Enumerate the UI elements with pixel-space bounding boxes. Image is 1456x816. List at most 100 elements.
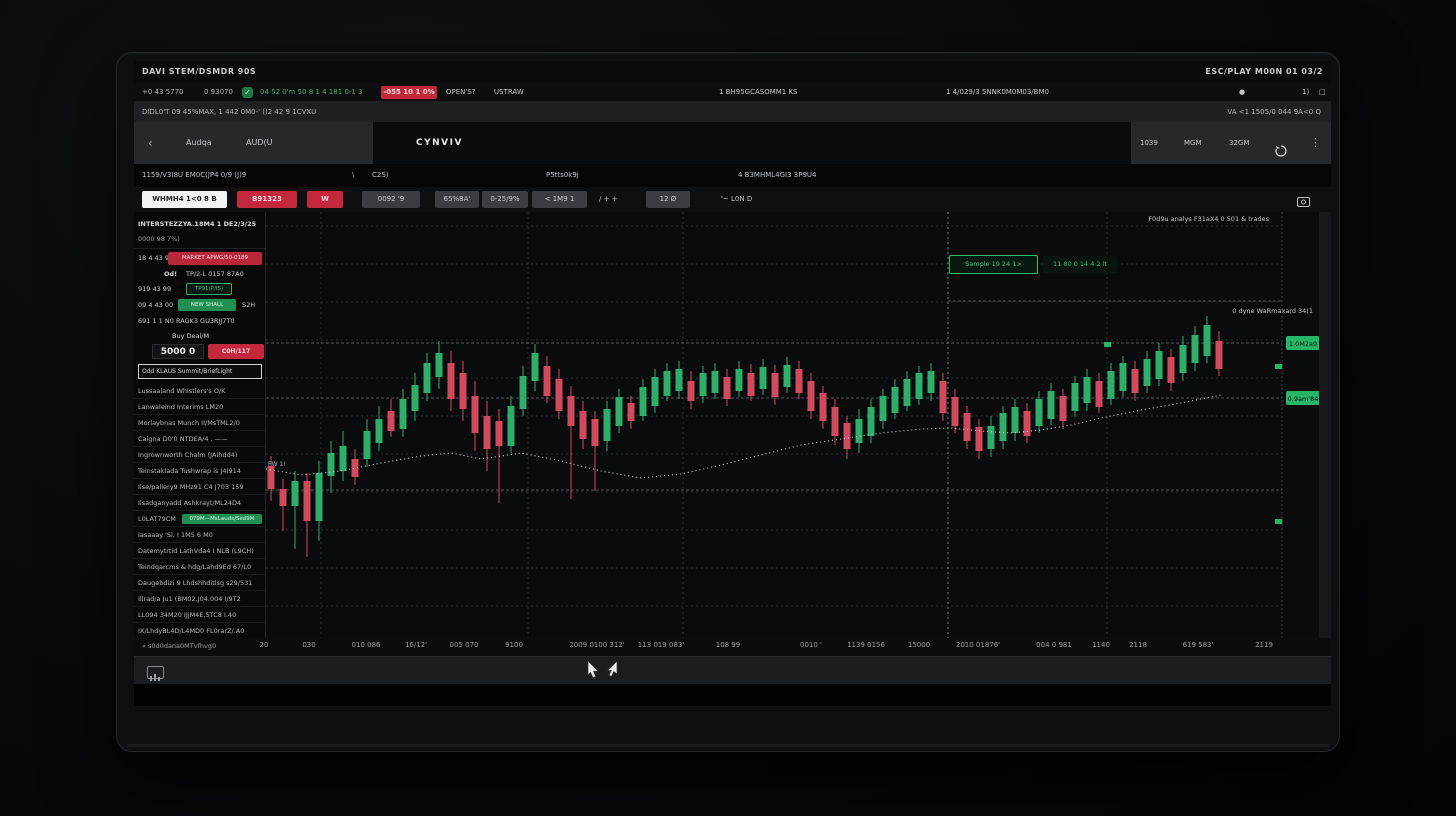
tp-badge[interactable]: TP91(P/I5) <box>186 283 232 295</box>
tabbar-button-2[interactable]: MGM <box>1184 122 1202 164</box>
sample-badge[interactable]: Sample 19 24 1> <box>949 255 1038 274</box>
lines-button[interactable]: < 1M9 1 <box>532 191 587 208</box>
ticket-s2h-label: S2H <box>242 301 255 309</box>
watchlist-row[interactable]: IX/LhdyBL4D/L4MD0 FL0rarZ/.A0 <box>134 623 266 638</box>
tabbar-button-1[interactable]: 1039 <box>1140 122 1158 164</box>
cursor-pointer-icon <box>586 660 600 684</box>
symbol-mid-label: P5tts0k9j <box>546 171 579 179</box>
chart-left-label: PW 1! <box>268 461 286 468</box>
watchlist-row-label: Ingrownworth Chalm (JAIhdd4) <box>138 451 237 459</box>
quote-price-2: 0 93070 <box>204 88 233 96</box>
watchlist-row[interactable]: Daugebdizi 9 Lhdshhditlsg s29/531 <box>134 575 266 591</box>
ticket-header: INTERSTEZZYA.18M4 1 DE2/3/25 <box>138 220 256 228</box>
tab-audu[interactable]: AUD(U <box>246 122 272 164</box>
watchlist-row-label: Lanwaleind Interims LM20 <box>138 403 223 411</box>
timeframe-button[interactable]: 12 Ø <box>646 191 690 208</box>
watchlist-row[interactable]: L0LAT79CM079M—MsLauds/Sed9M <box>134 511 266 527</box>
price-axis-margin[interactable] <box>1319 212 1331 638</box>
buy-deal-label: Buy Deal/M <box>172 332 209 340</box>
tabbar-button-3[interactable]: 32GM <box>1229 122 1249 164</box>
watchlist-row-label: Morlaybnas Munch II/MsTML2/0 <box>138 419 240 427</box>
amount-field[interactable]: 5000 0 <box>152 344 204 359</box>
pin-icon[interactable]: ● <box>1239 88 1245 96</box>
indicator-label: '~ L0N D <box>721 191 752 208</box>
refresh-icon[interactable] <box>1274 135 1288 151</box>
mini-chart-icon[interactable] <box>147 666 164 679</box>
symbol-currency: C2S) <box>372 171 389 179</box>
sample-value-box: 11 80 0 14 4 2 lt <box>1043 256 1117 273</box>
symbol-name: 1159/V3I8U EM0C(JP4 0/9 (J)9 <box>142 171 246 179</box>
time-tick-label: 15000 <box>908 641 930 649</box>
watchlist-row[interactable]: Iasaaay 'Si, I 1M5 6 M0 <box>134 527 266 543</box>
time-tick-label: 2119 <box>1255 641 1273 649</box>
percent-button-1[interactable]: 65%8A' <box>435 191 479 208</box>
draw-tools-label[interactable]: / + + <box>599 191 618 208</box>
time-tick-label: 20 <box>260 641 269 649</box>
ticket-guarantee-label: 691 1 1 N0 RAGK3 GU3RJJ7T0 <box>138 317 235 325</box>
kebab-menu-icon[interactable]: ⋮ <box>1310 122 1321 164</box>
monitor-chin <box>127 744 1329 747</box>
window-titlebar: DAVI STEM/DSMDR 90S ESC/PLAY M00N 01 03/… <box>134 61 1331 83</box>
status-bar <box>134 656 1331 684</box>
symbol-right-label: 4 B3MHML4GI3 3P9U4 <box>738 171 817 179</box>
time-tick-label: 030 <box>302 641 315 649</box>
time-tick-label: 005 070 <box>450 641 479 649</box>
new-sell-badge[interactable]: NEW SHALL <box>178 299 236 311</box>
tab-active[interactable]: CYNVIV <box>373 122 1131 164</box>
watchlist-row-label: Calgna D0'0 NTDEA/4 . —— <box>138 435 228 443</box>
screen-footer <box>134 684 1331 706</box>
market-badge[interactable]: MARKET APWG/50-0189 <box>168 252 262 265</box>
check-icon: ✓ <box>242 87 253 98</box>
time-tick-label: 1139 0156 <box>847 641 885 649</box>
candlestick-canvas[interactable]: 1.0M2a90.9am'84 <box>266 212 1319 638</box>
watchlist-row[interactable]: Ingrownworth Chalm (JAIhdd4) <box>134 447 266 463</box>
back-chevron-icon[interactable]: ‹ <box>148 122 153 164</box>
ticket-sell-button[interactable]: C0H/117 <box>208 344 264 359</box>
watchlist-green-badge[interactable]: 079M—MsLauds/Sed9M <box>182 514 262 524</box>
raw-menu-item[interactable]: USTRAW <box>494 88 524 96</box>
tab-audqa[interactable]: Audqa <box>186 122 212 164</box>
symbol-chevron-icon[interactable]: \ <box>352 171 354 179</box>
watchlist-row[interactable]: Morlaybnas Munch II/MsTML2/0 <box>134 415 266 431</box>
watchlist-row-label: LL094 34M20 IJjM4E,5TC8 I.40 <box>138 611 236 619</box>
bracket-icon[interactable]: 1) <box>1302 88 1309 96</box>
watchlist-row-label: Datemytrtid LathVda4 I NLB (L9CH) <box>138 547 254 555</box>
camera-icon[interactable] <box>1297 193 1310 212</box>
watchlist-row-label: Ilsadganyadd Ashkrayt/ML24D4 <box>138 499 241 507</box>
ticket-tpsl-label: TP/2-L 0157 87A0 <box>186 270 244 278</box>
time-tick-label: 619 583' <box>1183 641 1214 649</box>
sell-button[interactable]: B91323 <box>237 191 297 208</box>
main-area: INTERSTEZZYA.18M4 1 DE2/3/25 0000 98 7%)… <box>134 212 1331 638</box>
watchlist-row[interactable]: Lanwaleind Interims LM20 <box>134 399 266 415</box>
watchlist-row[interactable]: Teinstaklada Tushwrap is J4I914 <box>134 463 266 479</box>
watchlist-row[interactable]: Teindqarcms & hdg/Lahd9Ed 67/L0 <box>134 559 266 575</box>
watchlist-row[interactable]: Ilse/pallery9 MHz91 C4 J703 159 <box>134 479 266 495</box>
trade-toolbar: WHMH4 1<0 8 B B91323 W 0092 '9 65%8A' 0-… <box>134 187 1331 212</box>
sell-small-button[interactable]: W <box>307 191 343 208</box>
watchlist-row[interactable]: Datemytrtid LathVda4 I NLB (L9CH) <box>134 543 266 559</box>
price-chart[interactable]: 1.0M2a90.9am'84 F0d9u analys F31aX4 0 50… <box>266 212 1319 638</box>
window-mode-icon[interactable]: □ <box>1319 88 1326 96</box>
info-right: VA <1 1505/0 044 9A<0 Q <box>1227 108 1321 116</box>
time-axis[interactable]: « s0d0dana0MTvfhvg0 20030010 08616/12'00… <box>134 638 1331 656</box>
order-size-input[interactable]: WHMH4 1<0 8 B <box>142 191 227 208</box>
screen: DAVI STEM/DSMDR 90S ESC/PLAY M00N 01 03/… <box>134 61 1331 706</box>
account-info-1: 1 BH95GCASOMM1 KS <box>719 88 798 96</box>
quote-green: 04 52 0'm 50 8 1 4 181 0-1 3 <box>260 88 363 96</box>
watchlist-row[interactable]: Ilsadganyadd Ashkrayt/ML24D4 <box>134 495 266 511</box>
time-tick-label: 108 99 <box>716 641 741 649</box>
watchlist-row[interactable]: LL094 34M20 IJjM4E,5TC8 I.40 <box>134 607 266 623</box>
ticket-price-3: 09 4 43 00 <box>138 301 173 309</box>
percent-button-2[interactable]: 0-25/9% <box>482 191 528 208</box>
watchlist-row[interactable]: Lussaaland Whistlers's O/K <box>134 383 266 399</box>
watchlist-row-label: Daugebdizi 9 Lhdshhditlsg s29/531 <box>138 579 252 587</box>
ticket-subheader: 0000 98 7%) <box>138 235 180 243</box>
watchlist-row-label: Ilse/pallery9 MHz91 C4 J703 159 <box>138 483 244 491</box>
open-menu-item[interactable]: OPEN'S? <box>446 88 475 96</box>
time-tick-label: 2009 0100 312' <box>569 641 624 649</box>
watchlist-row[interactable]: Calgna D0'0 NTDEA/4 . —— <box>134 431 266 447</box>
order-comment-input[interactable]: Odd KLAUS Summit/BriefLight <box>138 364 262 379</box>
sidebar-footer-row[interactable]: « s0d0dana0MTvfhvg0 <box>142 642 216 650</box>
watchlist-row[interactable]: Illrad/a Ju1 (BM02,J04.004 I/9T2 <box>134 591 266 607</box>
lot-dropdown[interactable]: 0092 '9 <box>362 191 420 208</box>
